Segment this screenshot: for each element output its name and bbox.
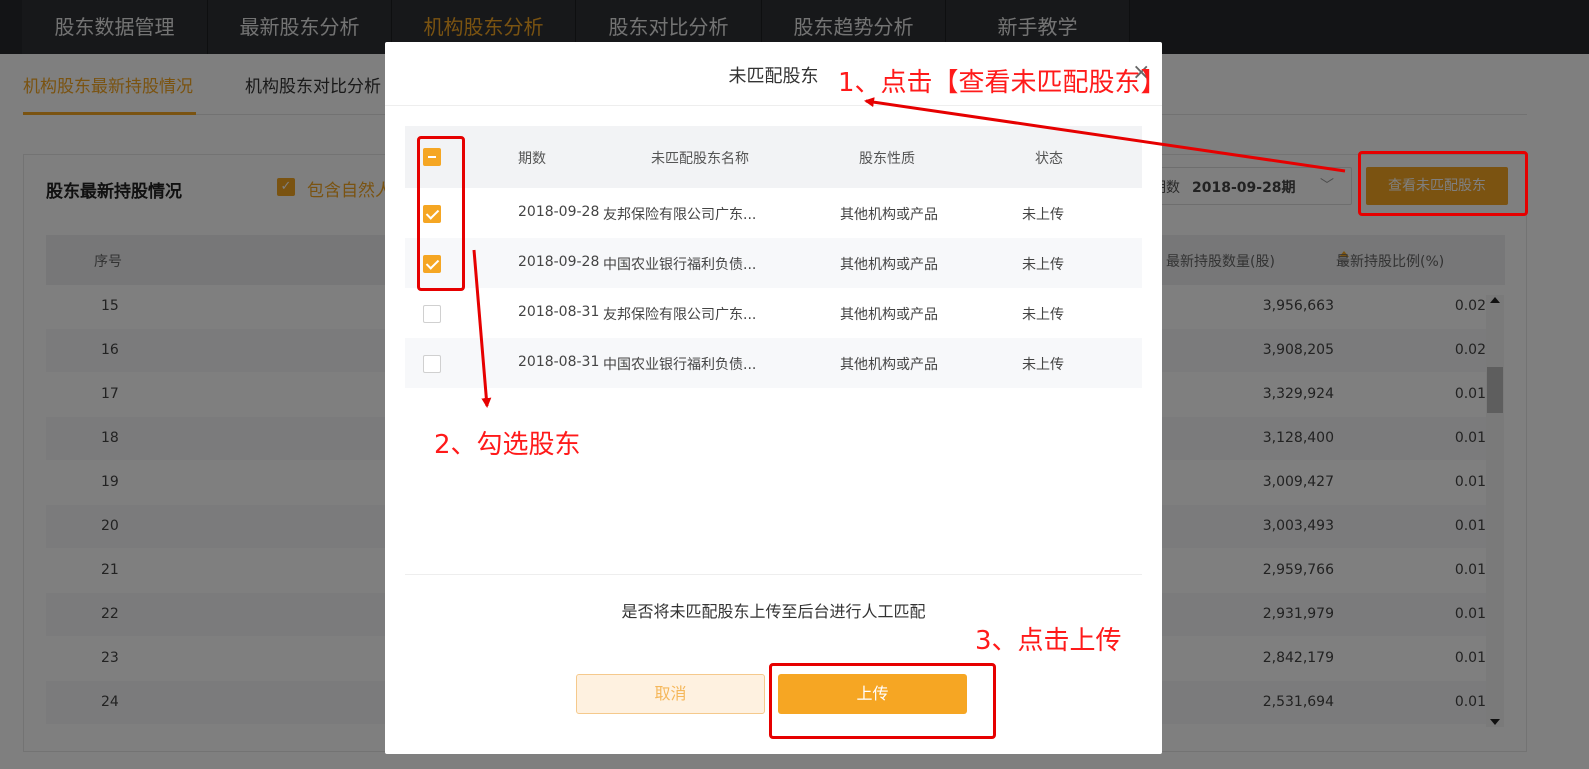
annotation-step2-text: 2、勾选股东 xyxy=(434,430,581,460)
annotation-arrows xyxy=(472,97,1346,408)
annotation-box-checkboxes xyxy=(417,136,465,291)
arrow-step2 xyxy=(472,249,492,408)
annotation-box-view-button xyxy=(1358,151,1528,216)
annotation-step3-text: 3、点击上传 xyxy=(975,626,1122,656)
arrow-step1 xyxy=(864,97,1346,173)
annotation-step1-text: 1、点击【查看未匹配股东】 xyxy=(838,68,1167,98)
annotation-box-upload xyxy=(769,663,996,739)
